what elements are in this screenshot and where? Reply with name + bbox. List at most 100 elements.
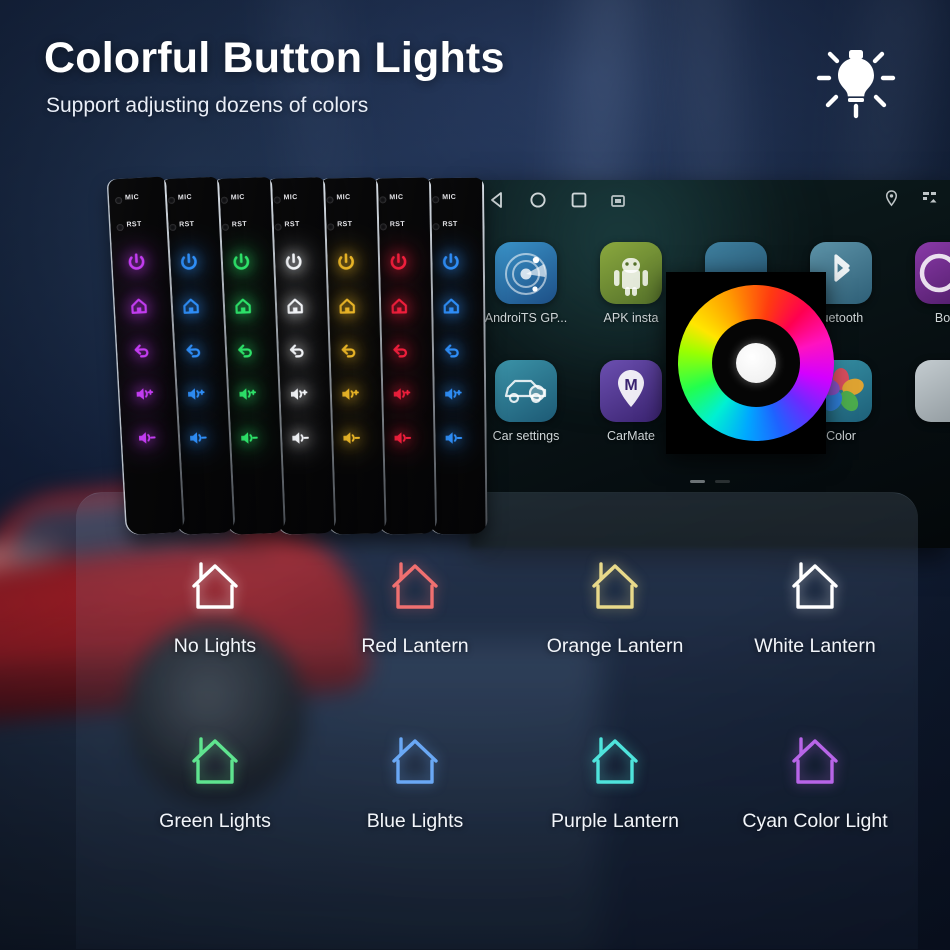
svg-text:M: M: [624, 377, 637, 394]
volume-up-icon[interactable]: [286, 382, 311, 407]
home-icon[interactable]: [126, 293, 151, 318]
android-navbar: [470, 180, 950, 222]
volume-down-icon[interactable]: [185, 425, 210, 450]
light-mode-label: Blue Lights: [366, 810, 464, 832]
back-icon[interactable]: [232, 338, 257, 363]
light-mode-item[interactable]: Red Lantern: [310, 560, 520, 658]
app-label: Car settings: [492, 429, 560, 443]
recents-icon[interactable]: [569, 190, 589, 210]
power-icon[interactable]: [229, 250, 254, 275]
power-icon[interactable]: [281, 250, 306, 275]
mic-hole: [273, 196, 281, 204]
house-outline-icon: [592, 737, 638, 784]
back-icon[interactable]: [440, 338, 464, 362]
color-wheel-picker[interactable]: [648, 255, 864, 471]
volume-up-icon[interactable]: [389, 382, 413, 406]
app-carmate[interactable]: M CarMate: [583, 360, 679, 443]
volume-down-icon[interactable]: [133, 425, 158, 450]
home-icon[interactable]: [387, 294, 411, 318]
reset-hole[interactable]: [116, 223, 124, 232]
mic-hole: [379, 196, 387, 204]
reset-label: RST: [179, 220, 195, 229]
light-mode-item[interactable]: Cyan Color Light: [710, 735, 920, 833]
reset-hole[interactable]: [379, 223, 387, 231]
app-grey[interactable]: [898, 360, 950, 429]
reset-hole[interactable]: [432, 223, 440, 231]
back-icon[interactable]: [488, 190, 508, 210]
back-icon[interactable]: [180, 337, 205, 362]
selected-color-swatch[interactable]: [736, 343, 776, 383]
light-modes-grid: No Lights Red Lantern Orange Lantern White …: [76, 560, 918, 940]
light-mode-item[interactable]: Blue Lights: [310, 735, 520, 833]
volume-up-icon[interactable]: [234, 382, 259, 407]
house-outline-icon: [392, 562, 438, 609]
power-icon[interactable]: [124, 250, 149, 275]
house-outline-icon: [592, 562, 638, 609]
volume-up-icon[interactable]: [131, 381, 156, 406]
light-mode-item[interactable]: Purple Lantern: [510, 735, 720, 833]
volume-down-icon[interactable]: [441, 426, 465, 450]
power-icon[interactable]: [176, 250, 201, 275]
home-icon[interactable]: [178, 294, 203, 319]
home-icon[interactable]: [283, 294, 308, 319]
car-gear-icon: [495, 360, 557, 422]
mic-hole: [432, 196, 440, 204]
location-pin-icon: [885, 190, 898, 207]
volume-down-icon[interactable]: [287, 426, 312, 451]
reset-hole[interactable]: [274, 223, 282, 231]
home-icon[interactable]: [335, 294, 360, 319]
map-pin-m-icon: M: [600, 360, 662, 422]
reset-label: RST: [337, 220, 353, 229]
app-androits-gps[interactable]: AndroiTS GP...: [478, 242, 574, 325]
mic-label: MIC: [283, 193, 298, 202]
volume-up-icon[interactable]: [440, 382, 464, 406]
house-outline-icon: [792, 737, 838, 784]
mic-label: MIC: [230, 193, 245, 202]
reset-label: RST: [284, 220, 300, 229]
mic-label: MIC: [124, 193, 140, 202]
mic-hole: [220, 196, 228, 204]
mic-label: MIC: [442, 193, 457, 202]
wifi-signal-icon: [923, 192, 937, 203]
page-dot-active[interactable]: [689, 480, 705, 483]
light-mode-label: Purple Lantern: [551, 810, 679, 832]
promo-banner: Colorful Button Lights Support adjusting…: [0, 0, 950, 950]
volume-up-icon[interactable]: [337, 382, 362, 407]
reset-hole[interactable]: [327, 223, 335, 231]
light-mode-item[interactable]: White Lantern: [710, 560, 920, 658]
back-icon[interactable]: [129, 337, 154, 362]
light-mode-item[interactable]: Green Lights: [110, 735, 320, 833]
volume-down-icon[interactable]: [389, 426, 413, 450]
page-dot[interactable]: [715, 480, 731, 483]
light-mode-item[interactable]: No Lights: [110, 560, 320, 658]
volume-down-icon[interactable]: [338, 426, 363, 451]
grey-app-icon: [915, 360, 950, 422]
power-icon[interactable]: [439, 250, 463, 274]
home-icon[interactable]: [231, 294, 256, 319]
screenshot-icon[interactable]: [610, 193, 626, 209]
light-mode-label: Red Lantern: [361, 635, 469, 657]
light-bulb-icon: [816, 50, 896, 119]
reset-hole[interactable]: [169, 223, 177, 232]
app-car-settings[interactable]: Car settings: [478, 360, 574, 443]
app-apk-installer[interactable]: APK insta: [583, 242, 679, 325]
mic-hole: [326, 196, 334, 204]
volume-down-icon[interactable]: [236, 426, 261, 451]
back-icon[interactable]: [388, 338, 412, 362]
power-icon[interactable]: [386, 250, 410, 274]
android-robot-icon: [600, 242, 662, 304]
volume-up-icon[interactable]: [183, 381, 208, 406]
power-icon[interactable]: [334, 250, 359, 275]
home-icon[interactable]: [528, 190, 548, 210]
back-icon[interactable]: [336, 338, 361, 363]
light-mode-label: Cyan Color Light: [742, 810, 888, 832]
reset-hole[interactable]: [221, 223, 230, 231]
mic-hole: [167, 196, 176, 205]
app-label: Boo: [934, 311, 950, 325]
back-icon[interactable]: [284, 338, 309, 363]
app-label: AndroiTS GP...: [484, 311, 568, 325]
house-outline-icon: [392, 737, 438, 784]
app-book[interactable]: Boo: [898, 242, 950, 325]
light-mode-item[interactable]: Orange Lantern: [510, 560, 720, 658]
home-icon[interactable]: [439, 294, 463, 318]
